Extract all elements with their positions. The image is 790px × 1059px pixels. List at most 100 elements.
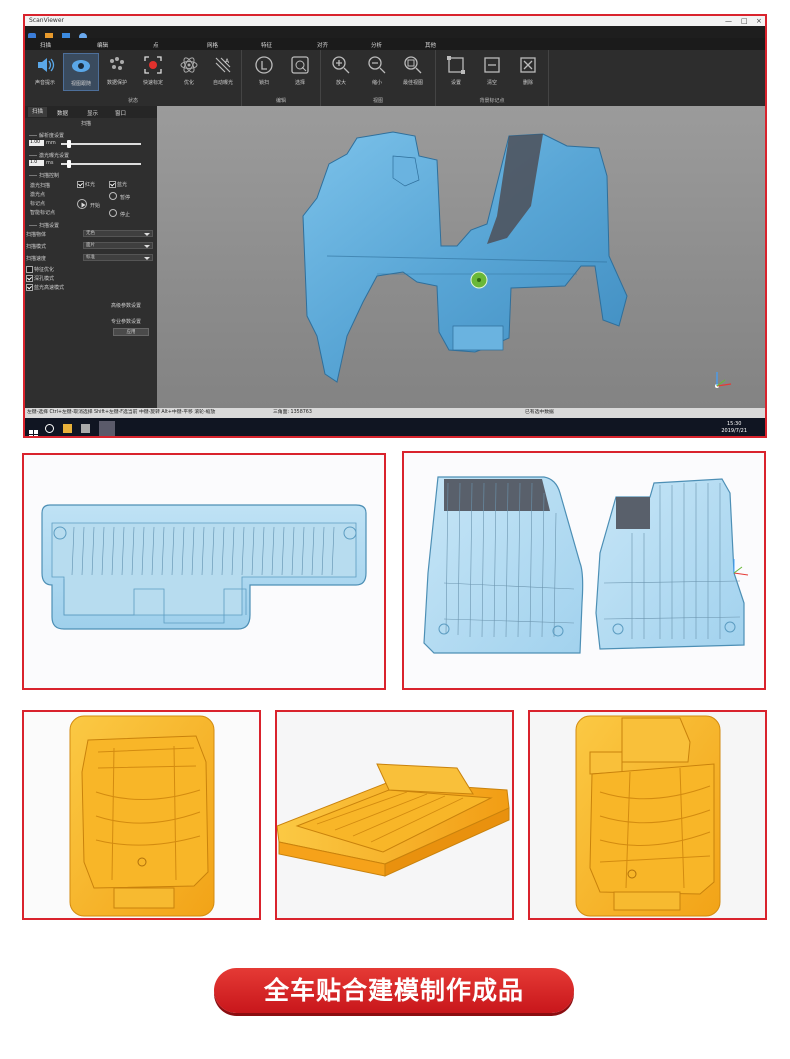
quick-access-toolbar xyxy=(25,26,765,41)
sound-prompt-button[interactable]: 声音提示 xyxy=(27,53,63,91)
start-button[interactable] xyxy=(77,199,87,209)
option-laser-point[interactable]: 激光点 xyxy=(30,191,45,198)
blue-light-checkbox[interactable] xyxy=(109,181,116,188)
menu-bar: 扫描 编辑 点 网格 特征 对齐 分析 其他 xyxy=(25,38,765,50)
pause-label: 暂停 xyxy=(120,195,131,201)
blue-high-speed-checkbox[interactable] xyxy=(26,284,33,291)
maximize-button[interactable]: □ xyxy=(741,16,748,26)
close-button[interactable]: × xyxy=(756,16,762,26)
option-laser-scan[interactable]: 激光扫描 xyxy=(30,182,50,189)
option-marker[interactable]: 标记点 xyxy=(30,200,45,207)
lock-scan-button[interactable]: 锁扫 xyxy=(246,53,282,91)
option-smart-marker[interactable]: 智能标记点 xyxy=(30,209,55,216)
tab-window[interactable]: 窗口 xyxy=(115,109,126,117)
minimize-button[interactable]: — xyxy=(725,16,732,26)
menu-feature[interactable]: 特征 xyxy=(261,41,272,49)
scanned-car-mat-model xyxy=(302,131,732,388)
menu-edit[interactable]: 编辑 xyxy=(97,41,108,49)
scan-speed-label: 扫描速度 xyxy=(26,256,47,262)
select-button[interactable]: 选择 xyxy=(282,53,318,91)
apply-button[interactable]: 应用 xyxy=(113,328,149,336)
zoom-in-icon xyxy=(331,55,351,75)
play-icon xyxy=(81,202,86,208)
panel-header: 扫描 xyxy=(81,121,92,127)
feature-optimize-checkbox[interactable] xyxy=(26,266,33,273)
delete-icon xyxy=(518,55,538,75)
scan-settings-section-title: 扫描设置 xyxy=(29,222,59,229)
clock-time: 15:30 xyxy=(726,421,742,427)
menu-align[interactable]: 对齐 xyxy=(317,41,328,49)
deep-hole-label: 深孔模式 xyxy=(34,276,55,282)
scan-object-dropdown[interactable]: 无色 xyxy=(83,230,153,237)
tab-display[interactable]: 显示 xyxy=(87,109,98,117)
start-label: 开始 xyxy=(90,203,101,209)
data-protect-button[interactable]: 数据保护 xyxy=(99,53,135,91)
triangle-count: 三角面: 1358763 xyxy=(273,410,312,415)
zoom-in-button[interactable]: 放大 xyxy=(323,53,359,91)
menu-mesh[interactable]: 网格 xyxy=(207,41,218,49)
ribbon-toolbar: 声音提示 视图跟随 数据保护 快速标定 优化 A 自动曝光 状态 锁扫 选择 编… xyxy=(25,50,765,106)
resolution-input[interactable]: 1.00 xyxy=(29,140,44,146)
scan-mode-label: 扫描模式 xyxy=(26,244,47,250)
scan-mode-dropdown[interactable]: 面片 xyxy=(83,242,153,249)
advanced-settings-link[interactable]: 高级参数设置 xyxy=(111,302,141,309)
atom-icon xyxy=(179,55,199,75)
blue-high-speed-label: 蓝光高速模式 xyxy=(34,285,65,291)
svg-text:A: A xyxy=(225,58,230,65)
ribbon-group-view: 放大 缩小 最佳视图 视图 xyxy=(321,50,436,106)
exposure-section-title: 激光曝光设置 xyxy=(29,152,69,159)
front-mats-3d-model xyxy=(423,476,749,654)
scan-speed-dropdown[interactable]: 标准 xyxy=(83,254,153,261)
windows-taskbar: 15:30 2019/7/21 xyxy=(25,418,765,436)
system-clock: 15:30 2019/7/21 xyxy=(721,421,747,435)
exposure-slider[interactable] xyxy=(61,160,141,168)
speaker-icon xyxy=(35,55,55,75)
mold-right-image xyxy=(528,710,767,920)
ribbon-group-edit: 锁扫 选择 编辑 xyxy=(242,50,321,106)
scan-object-label: 扫描物体 xyxy=(26,232,47,238)
scanviewer-window: ScanViewer — □ × 扫描 编辑 点 网格 特征 对齐 分析 其他 … xyxy=(23,14,767,438)
resolution-slider[interactable] xyxy=(61,140,141,148)
optimize-button[interactable]: 优化 xyxy=(171,53,207,91)
menu-scan[interactable]: 扫描 xyxy=(40,41,51,49)
calculator-icon[interactable] xyxy=(81,424,90,433)
file-explorer-icon[interactable] xyxy=(63,424,72,433)
zoom-fit-icon xyxy=(403,55,423,75)
pause-button[interactable] xyxy=(109,192,117,200)
expert-settings-link[interactable]: 专业参数设置 xyxy=(111,318,141,325)
windows-start-icon[interactable] xyxy=(29,424,38,436)
deep-hole-checkbox[interactable] xyxy=(26,275,33,282)
clock-date: 2019/7/21 xyxy=(721,428,747,434)
axis-triad-icon xyxy=(733,559,749,576)
3d-viewport[interactable] xyxy=(157,106,765,408)
rear-mat-model-image xyxy=(22,453,386,690)
auto-exposure-button[interactable]: A 自动曝光 xyxy=(205,53,241,91)
panel-tabs: 扫描 数据 显示 窗口 xyxy=(25,106,157,118)
stop-button[interactable] xyxy=(109,209,117,217)
product-caption-banner: 全车贴合建模制作成品 xyxy=(214,968,574,1013)
axis-triad-icon xyxy=(715,372,732,388)
marker-clear-button[interactable]: 清空 xyxy=(474,53,510,91)
menu-analyze[interactable]: 分析 xyxy=(371,41,382,49)
quick-calibrate-button[interactable]: 快速标定 xyxy=(135,53,171,91)
zoom-out-button[interactable]: 缩小 xyxy=(359,53,395,91)
red-light-checkbox[interactable] xyxy=(77,181,84,188)
marker-settings-button[interactable]: 设置 xyxy=(438,53,474,91)
frame-icon xyxy=(446,55,466,75)
mold-perspective-image xyxy=(275,710,514,920)
menu-other[interactable]: 其他 xyxy=(425,41,436,49)
tab-scan[interactable]: 扫描 xyxy=(28,107,48,117)
exposure-input[interactable]: 1.0 xyxy=(29,160,44,166)
tab-data[interactable]: 数据 xyxy=(57,109,68,117)
marker-delete-button[interactable]: 删除 xyxy=(510,53,546,91)
ribbon-group-label: 编辑 xyxy=(275,98,286,104)
scan-control-section-title: 扫描控制 xyxy=(29,172,59,179)
status-bar: 左键-选择 Ctrl+左键-取消选择 Shift+左键-F选当前 中键-旋转 A… xyxy=(25,408,765,418)
view-follow-button[interactable]: 视图跟随 xyxy=(63,53,99,91)
best-view-button[interactable]: 最佳视图 xyxy=(395,53,431,91)
search-icon[interactable] xyxy=(45,424,54,433)
scanviewer-taskbar-icon[interactable] xyxy=(99,421,115,436)
blue-light-label: 蓝光 xyxy=(117,182,128,188)
scan-settings-panel: 扫描 数据 显示 窗口 扫描 解析度设置 1.00 mm 激光曝光设置 1.0 … xyxy=(25,106,157,408)
menu-point[interactable]: 点 xyxy=(153,41,159,49)
